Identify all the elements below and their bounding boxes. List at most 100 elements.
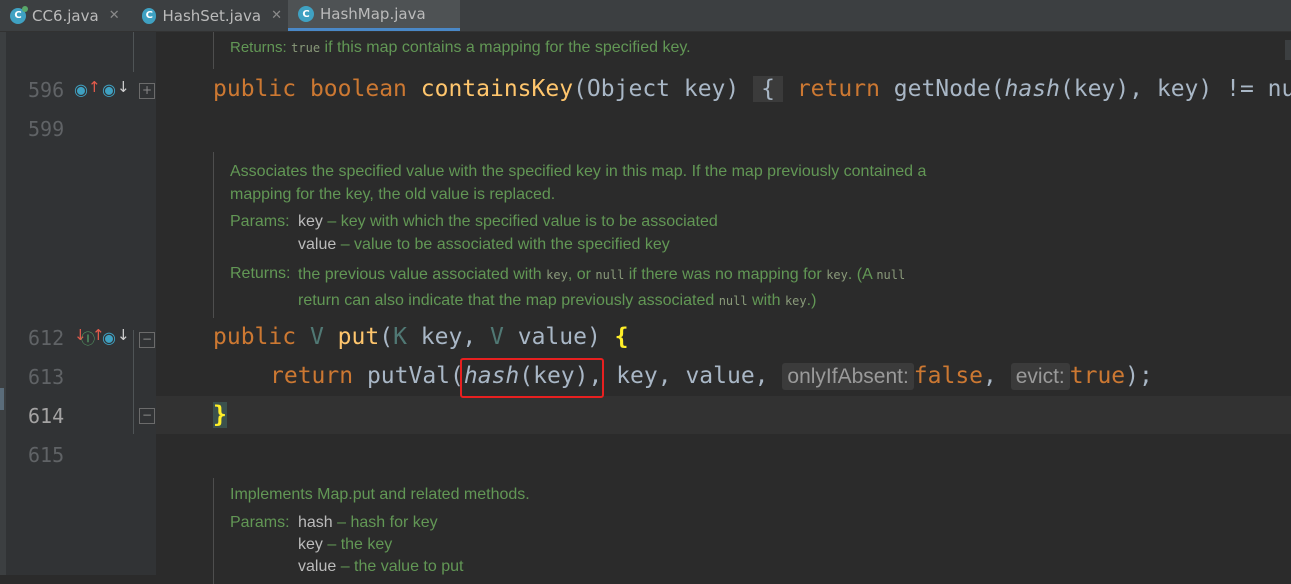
code-text: key, (406, 324, 491, 350)
line-number: 614 (28, 404, 65, 428)
keyword: return (270, 363, 354, 389)
change-marker (0, 388, 4, 410)
param-desc: – the key (322, 536, 393, 553)
param-name: value (298, 236, 337, 253)
fold-guide (133, 330, 134, 434)
fold-end-icon[interactable]: − (139, 408, 155, 424)
param-name: hash (298, 514, 333, 531)
doc-code: null (876, 268, 906, 282)
param-hint: evict: (1010, 363, 1070, 390)
param-name: value (298, 558, 337, 575)
doc-text: .) (806, 292, 817, 309)
doc-text: . (A (847, 266, 877, 283)
doc-code: null (595, 268, 625, 282)
doc-text: if there was no mapping for (624, 266, 827, 283)
param-desc: – hash for key (332, 514, 438, 531)
tab-label: HashSet.java (162, 6, 262, 25)
line-number: 613 (28, 365, 65, 389)
line-number: 596 (28, 78, 65, 102)
keyword: boolean (309, 76, 407, 102)
tab-cc6[interactable]: C CC6.java ✕ (10, 0, 132, 31)
overridden-method-icon[interactable]: ◉ (102, 328, 116, 347)
type-param: V (309, 324, 324, 350)
keyword: false (913, 363, 984, 389)
line-number: 615 (28, 443, 65, 467)
code-text: value) (503, 324, 615, 350)
doc-code: true (291, 41, 321, 55)
param-desc: – key with which the specified value is … (322, 213, 718, 230)
param-name: key (298, 213, 323, 230)
doc-params-label: Params: (230, 213, 290, 230)
doc-code: key (546, 268, 568, 282)
code-line-614[interactable]: } (213, 402, 227, 428)
param-hint: onlyIfAbsent: (782, 363, 914, 390)
close-icon[interactable]: ✕ (271, 8, 282, 23)
params: (Object key) (573, 76, 740, 102)
doc-code: key (784, 294, 807, 308)
scrollbar[interactable] (1285, 40, 1291, 60)
doc-text: return can also indicate that the map pr… (298, 292, 719, 309)
code-text: (key), key) != nu (1059, 76, 1291, 102)
doc-returns-label: Returns: (230, 265, 291, 282)
java-class-icon: C (10, 5, 28, 24)
doc-code: null (718, 294, 748, 308)
javadoc-block: Associates the specified value with the … (213, 152, 926, 318)
code-line-612[interactable]: public V put(K key, V value) { (213, 324, 629, 350)
keyword: return (796, 76, 880, 102)
highlight-annotation (460, 358, 604, 398)
code-line-613[interactable]: return putVal(hash(key), key, value, onl… (270, 363, 1153, 390)
overriding-method-icon[interactable]: ◉ (74, 80, 88, 99)
doc-text: the previous value associated with (298, 266, 547, 283)
code-text: , (983, 363, 1011, 389)
folded-region[interactable]: { (753, 76, 783, 102)
method-name: containsKey (420, 76, 574, 102)
close-icon[interactable]: ✕ (109, 8, 120, 23)
editor-tab-bar: C CC6.java ✕ C HashSet.java ✕ C HashMap.… (0, 0, 1291, 32)
type-param: V (490, 324, 504, 350)
keyword: true (1069, 363, 1126, 389)
method-call: hash (1004, 76, 1060, 102)
keyword: public (213, 324, 297, 350)
param-desc: – value to be associated with the specif… (336, 236, 670, 253)
doc-returns-label: Returns: (230, 39, 287, 56)
doc-text: , or (567, 266, 596, 283)
code-line-596[interactable]: public boolean containsKey(Object key) {… (213, 76, 1291, 102)
javadoc-block: Returns: true if this map contains a map… (213, 32, 691, 69)
current-line-highlight (156, 396, 1291, 434)
tab-label: CC6.java (32, 6, 99, 25)
doc-description: Associates the specified value with the … (230, 163, 927, 180)
java-class-icon: C (142, 7, 157, 24)
doc-code: key (826, 268, 848, 282)
brace: } (213, 402, 227, 428)
doc-params-label: Params: (230, 514, 290, 531)
arrow-down-icon: ↓ (117, 326, 130, 344)
method-name: put (337, 324, 380, 350)
code-text: ( (379, 324, 394, 350)
code-text: putVal( (353, 363, 464, 389)
doc-text: if this map contains a mapping for the s… (320, 39, 691, 56)
java-class-icon: C (298, 6, 314, 22)
code-text: ); (1125, 363, 1153, 389)
tab-hashset[interactable]: C HashSet.java ✕ (142, 0, 282, 31)
brace: { (614, 324, 629, 350)
tab-label: HashMap.java (320, 5, 426, 23)
tab-hashmap[interactable]: C HashMap.java (288, 0, 460, 31)
keyword: public (213, 76, 297, 102)
doc-text: with (747, 292, 785, 309)
editor-gutter (6, 32, 156, 575)
doc-description: mapping for the key, the old value is re… (230, 186, 556, 203)
param-name: key (298, 536, 323, 553)
fold-collapse-icon[interactable]: − (139, 332, 155, 348)
overridden-method-icon[interactable]: ◉ (102, 80, 116, 99)
fold-guide (133, 32, 134, 72)
arrow-down-icon: ↓ (117, 78, 130, 96)
fold-expand-icon[interactable]: + (139, 83, 155, 99)
line-number: 612 (28, 326, 65, 350)
javadoc-block: Implements Map.put and related methods. … (213, 478, 530, 584)
arrow-up-icon: ↑ (88, 78, 101, 96)
line-number: 599 (28, 117, 65, 141)
doc-description: Implements Map.put and related methods. (230, 486, 530, 503)
code-text: , key, value, (588, 363, 783, 389)
param-desc: – the value to put (336, 558, 464, 575)
type-param: K (393, 324, 407, 350)
